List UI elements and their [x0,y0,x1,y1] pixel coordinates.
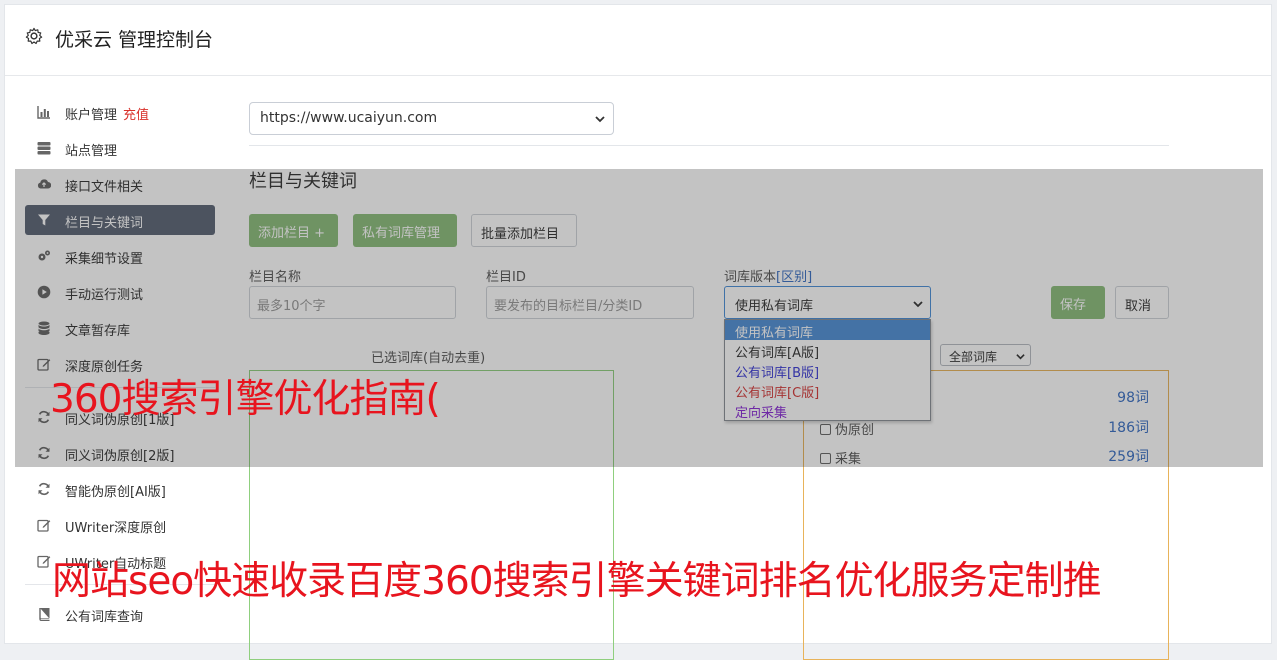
divider [249,145,1169,146]
watermark-line-2: 网站seo快速收录百度360搜索引擎关键词排名优化服务定制推 [52,559,1102,604]
page-title: 优采云 管理控制台 [55,29,214,51]
sidebar-item-label: 公有词库查询 [65,610,144,625]
bar-chart-icon [37,106,50,119]
edit-icon [37,519,51,532]
sidebar-item-uwriter-original[interactable]: UWriter深度原创 [25,510,215,540]
gear-icon [25,27,43,45]
watermark-line-1: 360搜索引擎优化指南( [50,377,441,422]
edit-icon [37,555,51,568]
header: 优采云 管理控制台 [5,5,1271,76]
refresh-icon [38,482,50,496]
book-icon [39,608,50,621]
sidebar-item-ai-original[interactable]: 智能伪原创[AI版] [25,474,215,504]
sidebar-item-label: 账户管理 [65,108,118,123]
recharge-link[interactable]: 充值 [123,108,149,123]
server-icon [37,142,51,155]
site-select[interactable]: https://www.ucaiyun.com [249,102,614,135]
sidebar-item-label: UWriter深度原创 [65,521,167,536]
sidebar-item-sites[interactable]: 站点管理 [25,133,215,163]
sidebar-item-label: 站点管理 [65,144,118,159]
site-select-value: https://www.ucaiyun.com [260,110,438,126]
sidebar-item-account[interactable]: 账户管理 充值 [25,97,215,127]
chevron-down-icon [595,116,605,123]
sidebar-item-label: 智能伪原创[AI版] [65,485,166,500]
